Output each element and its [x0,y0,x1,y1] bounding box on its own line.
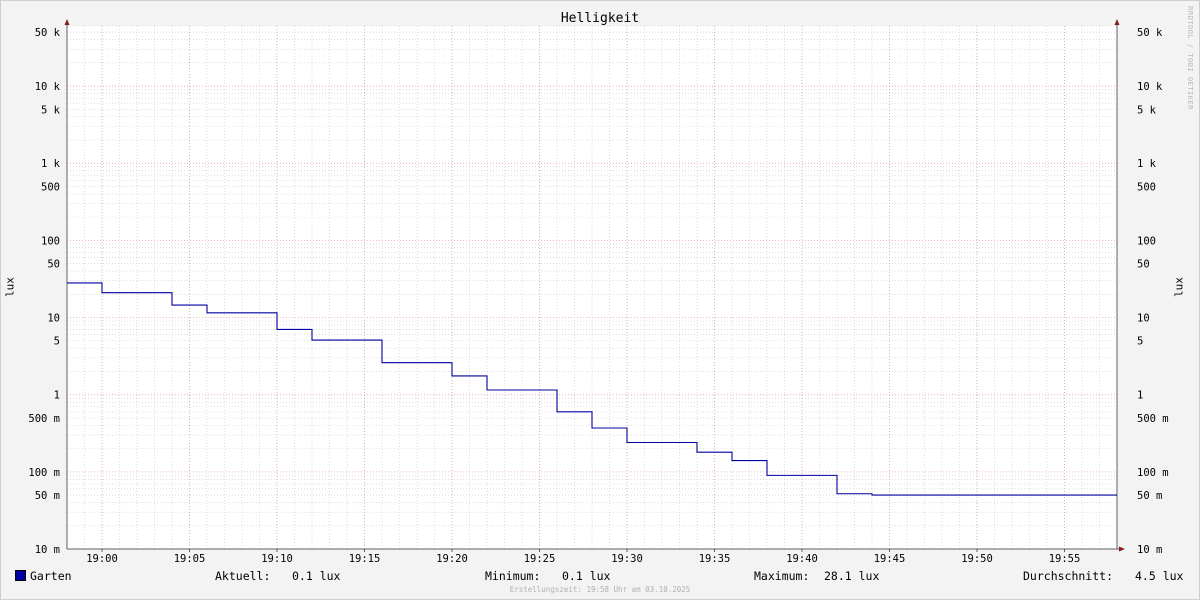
y-tick-label-right: 10 [1137,313,1150,325]
creation-time-footer: Erstellungszeit: 19:58 Uhr am 03.10.2025 [509,585,691,594]
y-tick-label-right: 1 k [1137,158,1157,170]
y-tick-label-right: 10 k [1137,81,1163,93]
y-axis-arrow-right [1114,19,1120,25]
legend-avg-value: 4.5 lux [1135,569,1184,583]
y-tick-label-right: 5 k [1137,104,1157,116]
y-tick-label-left: 1 k [41,158,61,170]
y-tick-label-right: 500 m [1137,413,1169,425]
x-tick-label: 19:45 [874,553,906,565]
x-tick-label: 19:55 [1049,553,1081,565]
y-tick-label-left: 50 m [35,490,60,502]
x-tick-label: 19:05 [174,553,206,565]
y-tick-label-left: 5 k [41,104,61,116]
x-tick-label: 19:20 [436,553,468,565]
legend-current-label: Aktuell: [215,569,271,583]
x-tick-label: 19:25 [524,553,556,565]
y-axis-arrow-left [64,19,70,25]
legend-series-name: Garten [30,569,72,583]
y-tick-label-left: 100 [41,235,60,247]
legend-swatch-garten [15,570,26,581]
legend-min-label: Minimum: [485,569,541,583]
y-tick-label-left: 1 [54,390,60,402]
legend-current-value: 0.1 lux [292,569,341,583]
x-tick-label: 19:50 [961,553,993,565]
legend-min-value: 0.1 lux [562,569,611,583]
y-tick-label-right: 100 m [1137,467,1169,479]
x-tick-label: 19:30 [611,553,643,565]
x-tick-label: 19:00 [86,553,118,565]
y-tick-label-left: 50 k [35,27,61,39]
y-tick-label-right: 5 [1137,336,1143,348]
x-tick-label: 19:35 [699,553,731,565]
x-tick-label: 19:40 [786,553,818,565]
y-tick-label-right: 50 m [1137,490,1162,502]
y-tick-label-left: 500 [41,181,60,193]
plot-area: 19:00 19:05 19:10 19:15 19:20 19:25 19:30 19:35… [28,19,1169,565]
legend-avg-label: Durchschnitt: [1023,569,1114,583]
y-tick-label-left: 10 k [35,81,61,93]
y-tick-label-left: 10 [47,313,60,325]
y-tick-label-right: 500 [1137,181,1156,193]
y-tick-label-right: 10 m [1137,544,1162,556]
y-tick-label-right: 1 [1137,390,1143,402]
x-axis-arrow [1119,546,1125,552]
legend-max-label: Maximum: [754,569,810,583]
y-tick-label-right: 50 k [1137,27,1163,39]
x-tick-label: 19:15 [349,553,381,565]
x-tick-label: 19:10 [261,553,293,565]
y-tick-label-left: 500 m [28,413,60,425]
y-tick-label-left: 10 m [35,544,60,556]
legend-max-value: 28.1 lux [824,569,880,583]
y-tick-label-left: 5 [54,336,60,348]
y-tick-label-left: 100 m [28,467,60,479]
y-tick-label-right: 50 [1137,259,1150,271]
y-tick-label-right: 100 [1137,235,1156,247]
y-tick-label-left: 50 [47,259,60,271]
